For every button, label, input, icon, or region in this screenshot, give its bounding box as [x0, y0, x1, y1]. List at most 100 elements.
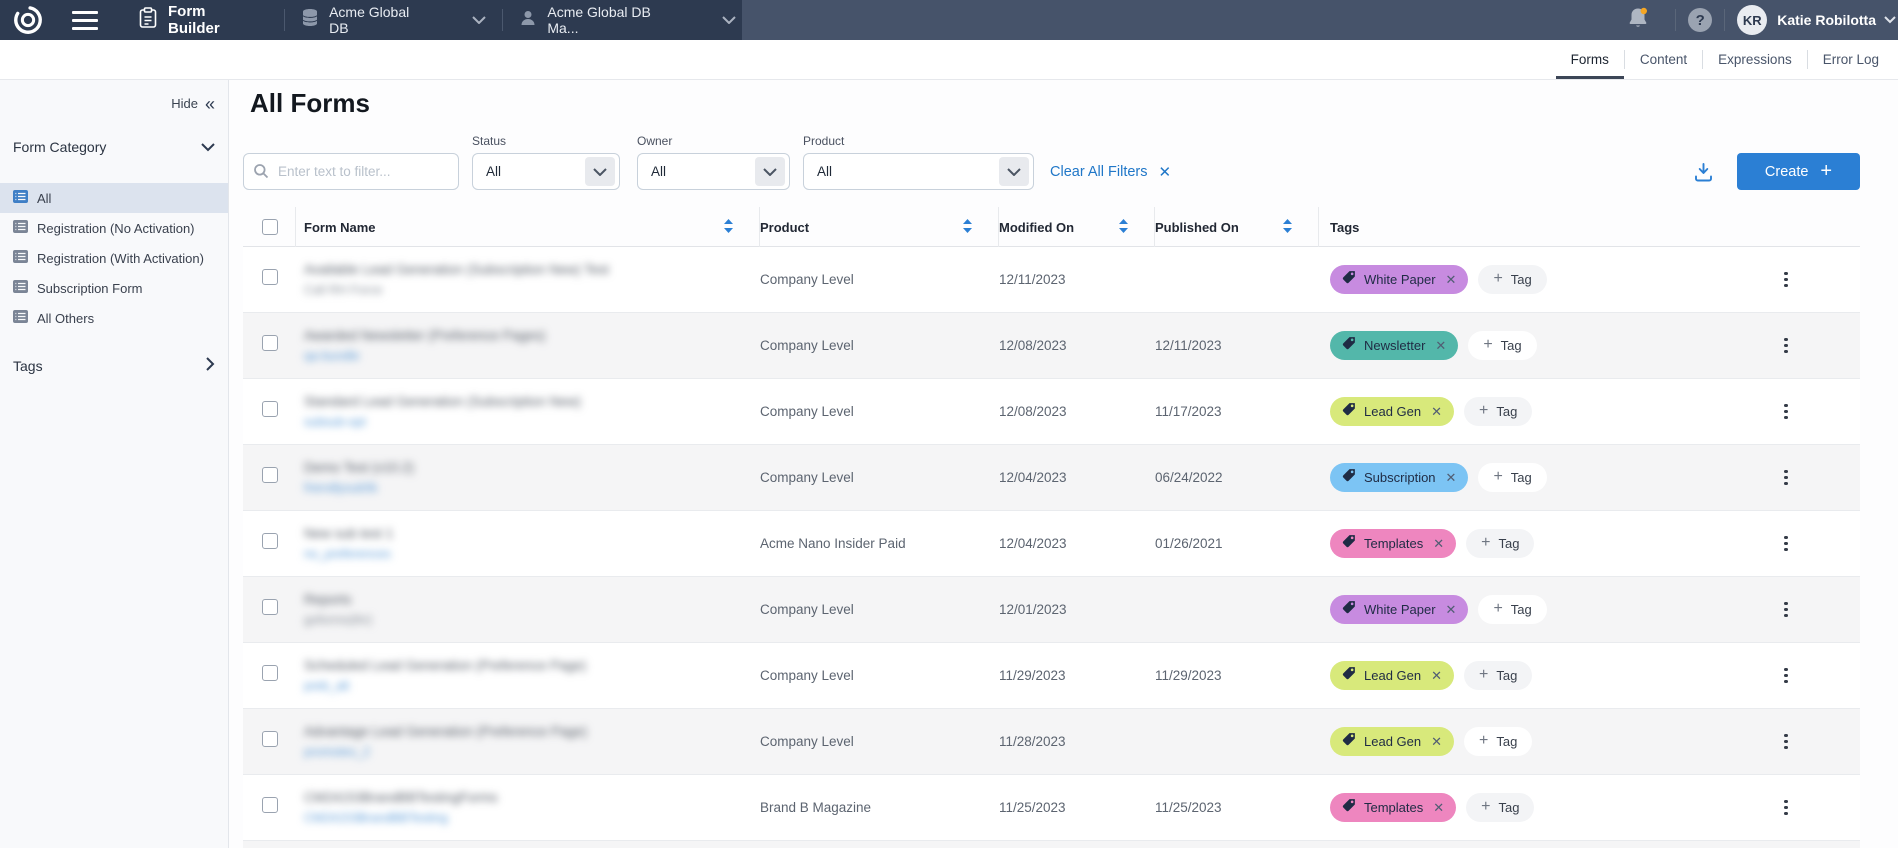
- row-checkbox[interactable]: [262, 269, 278, 285]
- add-tag-button[interactable]: +Tag: [1464, 661, 1532, 690]
- page-title: All Forms: [243, 86, 1898, 120]
- sort-icon[interactable]: [1119, 219, 1128, 236]
- table-row: CM24153BrandBBTestingForms CM24153BrandBB…: [243, 775, 1860, 841]
- add-tag-button[interactable]: +Tag: [1466, 529, 1534, 558]
- tab-expressions[interactable]: Expressions: [1703, 40, 1807, 79]
- tab-error-log[interactable]: Error Log: [1808, 40, 1894, 79]
- form-subname-redacted[interactable]: no_preferences: [304, 547, 760, 561]
- row-overflow-menu-icon[interactable]: [1780, 598, 1792, 622]
- row-overflow-menu-icon[interactable]: [1780, 466, 1792, 490]
- sidebar-item-registration-no-activation-[interactable]: Registration (No Activation): [0, 213, 228, 243]
- product-select[interactable]: All: [803, 153, 1034, 190]
- navbar-right-section: ? KR Katie Robilotta: [1627, 0, 1898, 40]
- row-checkbox[interactable]: [262, 599, 278, 615]
- row-checkbox[interactable]: [262, 335, 278, 351]
- notifications-bell-icon[interactable]: [1627, 6, 1649, 35]
- add-tag-button[interactable]: +Tag: [1464, 727, 1532, 756]
- sort-icon[interactable]: [963, 219, 972, 236]
- add-tag-button[interactable]: +Tag: [1466, 793, 1534, 822]
- sort-icon[interactable]: [1283, 219, 1292, 236]
- row-checkbox[interactable]: [262, 731, 278, 747]
- remove-tag-icon[interactable]: ✕: [1431, 668, 1442, 684]
- remove-tag-icon[interactable]: ✕: [1433, 536, 1444, 552]
- column-header-product[interactable]: Product: [760, 207, 999, 247]
- form-name-redacted[interactable]: Demo Test (v10.2): [304, 460, 760, 475]
- account-selector[interactable]: Acme Global DB Ma...: [513, 4, 742, 36]
- form-subname-redacted[interactable]: Call RH Force: [304, 283, 760, 297]
- form-subname-redacted[interactable]: promotes_2: [304, 745, 760, 759]
- form-name-redacted[interactable]: Awarded Newsletter (Preference Pages): [304, 328, 760, 343]
- user-menu-chevron-icon[interactable]: [1884, 11, 1896, 29]
- form-subname-redacted[interactable]: CM24153BrandBBTesting: [304, 811, 760, 825]
- download-button[interactable]: [1692, 153, 1715, 190]
- remove-tag-icon[interactable]: ✕: [1435, 338, 1446, 354]
- tags-section-header[interactable]: Tags: [0, 357, 228, 374]
- form-name-redacted[interactable]: CM24153BrandBBTestingForms: [304, 790, 760, 805]
- sidebar-item-registration-with-activation-[interactable]: Registration (With Activation): [0, 243, 228, 273]
- form-name-redacted[interactable]: Standard Lead Generation (Subscription N…: [304, 394, 760, 409]
- row-overflow-menu-icon[interactable]: [1780, 400, 1792, 424]
- row-overflow-menu-icon[interactable]: [1780, 664, 1792, 688]
- row-menu-cell: [1764, 532, 1808, 556]
- row-overflow-menu-icon[interactable]: [1780, 334, 1792, 358]
- form-name-redacted[interactable]: Reports: [304, 592, 760, 607]
- remove-tag-icon[interactable]: ✕: [1446, 272, 1457, 288]
- add-tag-button[interactable]: +Tag: [1478, 595, 1546, 624]
- modified-on-cell: 12/08/2023: [999, 404, 1155, 419]
- row-checkbox[interactable]: [262, 797, 278, 813]
- form-subname-redacted[interactable]: qa-bundle: [304, 349, 760, 363]
- user-avatar[interactable]: KR: [1737, 5, 1767, 35]
- status-select[interactable]: All: [472, 153, 620, 190]
- table-row: Standard Lead Generation (Subscription N…: [243, 379, 1860, 445]
- row-checkbox[interactable]: [262, 401, 278, 417]
- tab-content[interactable]: Content: [1625, 40, 1702, 79]
- row-overflow-menu-icon[interactable]: [1780, 532, 1792, 556]
- form-category-header[interactable]: Form Category: [0, 139, 228, 155]
- sidebar-item-all-others[interactable]: All Others: [0, 303, 228, 333]
- sidebar-collapse-button[interactable]: Hide «: [0, 80, 228, 111]
- database-selector[interactable]: Acme Global DB: [295, 4, 492, 36]
- row-checkbox[interactable]: [262, 533, 278, 549]
- sidebar-item-subscription-form[interactable]: Subscription Form: [0, 273, 228, 303]
- clear-all-filters-button[interactable]: Clear All Filters ✕: [1050, 153, 1171, 190]
- form-subname-redacted[interactable]: subsub-opt: [304, 415, 760, 429]
- sort-icon[interactable]: [724, 219, 733, 236]
- remove-tag-icon[interactable]: ✕: [1431, 734, 1442, 750]
- owner-select[interactable]: All: [637, 153, 790, 190]
- row-overflow-menu-icon[interactable]: [1780, 730, 1792, 754]
- brand-logo-icon[interactable]: [12, 4, 44, 36]
- search-input[interactable]: [243, 153, 459, 190]
- tags-label: Tags: [13, 358, 43, 374]
- remove-tag-icon[interactable]: ✕: [1446, 470, 1457, 486]
- tab-label: Error Log: [1823, 52, 1879, 67]
- hamburger-menu-icon[interactable]: [72, 11, 98, 30]
- form-subname-redacted[interactable]: friendlysub5k: [304, 481, 760, 495]
- form-name-redacted[interactable]: New sub test 1: [304, 526, 760, 541]
- add-tag-button[interactable]: +Tag: [1468, 331, 1536, 360]
- add-tag-button[interactable]: +Tag: [1478, 265, 1546, 294]
- column-header-modified-on[interactable]: Modified On: [999, 207, 1155, 247]
- form-name-redacted[interactable]: Available Lead Generation (Subscription …: [304, 262, 760, 277]
- row-checkbox[interactable]: [262, 665, 278, 681]
- form-name-redacted[interactable]: Scheduled Lead Generation (Preference Pa…: [304, 658, 760, 673]
- form-subname-redacted[interactable]: preb_alt: [304, 679, 760, 693]
- sidebar-item-all[interactable]: All: [0, 183, 228, 213]
- row-overflow-menu-icon[interactable]: [1780, 796, 1792, 820]
- tag-icon: [1342, 336, 1356, 355]
- help-icon[interactable]: ?: [1688, 8, 1712, 32]
- remove-tag-icon[interactable]: ✕: [1431, 404, 1442, 420]
- column-header-form-name[interactable]: Form Name: [296, 207, 760, 247]
- form-name-redacted[interactable]: Advantage Lead Generation (Preference Pa…: [304, 724, 760, 739]
- column-header-published-on[interactable]: Published On: [1155, 207, 1319, 247]
- select-all-checkbox[interactable]: [262, 219, 278, 235]
- form-subname-redacted[interactable]: goforms(thr): [304, 613, 760, 627]
- tab-forms[interactable]: Forms: [1556, 40, 1624, 79]
- create-button[interactable]: Create +: [1737, 153, 1860, 190]
- row-checkbox[interactable]: [262, 467, 278, 483]
- remove-tag-icon[interactable]: ✕: [1433, 800, 1444, 816]
- add-tag-button[interactable]: +Tag: [1464, 397, 1532, 426]
- remove-tag-icon[interactable]: ✕: [1446, 602, 1457, 618]
- published-on-cell: 01/26/2021: [1155, 536, 1319, 551]
- add-tag-button[interactable]: +Tag: [1478, 463, 1546, 492]
- row-overflow-menu-icon[interactable]: [1780, 268, 1792, 292]
